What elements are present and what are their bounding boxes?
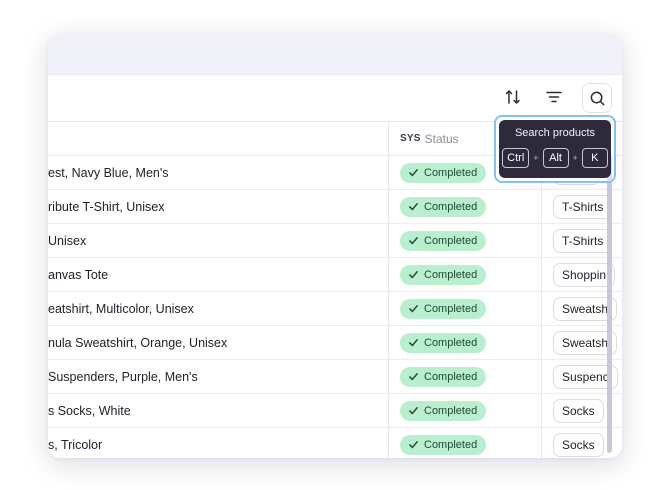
table-row[interactable]: Suspenders, Purple, Men's Completed Suspen… [48, 360, 622, 394]
table-row[interactable]: s, Tricolor Completed Socks [48, 428, 622, 458]
status-badge-label: Completed [424, 268, 478, 281]
sort-arrows-icon [505, 90, 520, 104]
status-cell: Completed [400, 292, 487, 325]
vertical-scrollbar[interactable] [607, 155, 612, 453]
product-name-cell: nula Sweatshirt, Orange, Unisex [48, 335, 228, 350]
status-cell: Completed [400, 190, 487, 223]
category-cell: Shoppin [553, 258, 616, 291]
checkmark-icon [409, 169, 418, 177]
sort-button[interactable] [499, 83, 527, 111]
status-badge-label: Completed [424, 302, 478, 315]
search-icon [590, 91, 604, 105]
category-pill: Shoppin [553, 262, 616, 287]
status-badge-label: Completed [424, 404, 478, 417]
product-name-cell: eatshirt, Multicolor, Unisex [48, 301, 194, 316]
status-badge-label: Completed [424, 200, 478, 213]
filter-button[interactable] [540, 83, 568, 111]
product-name-cell: ribute T-Shirt, Unisex [48, 199, 165, 214]
status-badge: Completed [400, 196, 487, 217]
status-badge: Completed [400, 264, 487, 285]
status-cell: Completed [400, 258, 487, 291]
product-name-cell: Suspenders, Purple, Men's [48, 369, 198, 384]
table-row[interactable]: eatshirt, Multicolor, Unisex Completed Swe… [48, 292, 622, 326]
stage: SYS Status est, Navy Blue, Men's Complete… [0, 0, 670, 490]
filter-lines-icon [546, 91, 562, 103]
search-tooltip-focus-ring: Search products Ctrl + Alt + K [494, 115, 616, 183]
system-field-tag: SYS [400, 133, 421, 144]
table-row[interactable]: ribute T-Shirt, Unisex Completed T-Shirts [48, 190, 622, 224]
table-row[interactable]: Unisex Completed T-Shirts [48, 224, 622, 258]
status-badge-label: Completed [424, 336, 478, 349]
status-badge: Completed [400, 400, 487, 421]
status-cell: Completed [400, 156, 487, 189]
category-pill: T-Shirts [553, 228, 613, 253]
search-tooltip: Search products Ctrl + Alt + K [499, 120, 611, 178]
key-ctrl: Ctrl [502, 148, 530, 168]
card-header-strip [48, 34, 622, 75]
checkmark-icon [409, 373, 418, 381]
status-badge-label: Completed [424, 166, 478, 179]
keyboard-shortcut: Ctrl + Alt + K [499, 148, 611, 168]
status-cell: Completed [400, 224, 487, 257]
checkmark-icon [409, 305, 418, 313]
key-alt: Alt [542, 148, 569, 168]
checkmark-icon [409, 407, 418, 415]
key-k: K [581, 148, 608, 168]
status-badge: Completed [400, 230, 487, 251]
status-badge: Completed [400, 434, 487, 455]
status-column-header[interactable]: SYS Status [400, 122, 459, 155]
key-separator: + [533, 153, 539, 163]
status-badge: Completed [400, 162, 487, 183]
status-cell: Completed [400, 394, 487, 427]
category-cell: T-Shirts [553, 190, 613, 223]
status-badge-label: Completed [424, 370, 478, 383]
search-button[interactable] [582, 83, 612, 113]
status-badge: Completed [400, 366, 487, 387]
products-card: SYS Status est, Navy Blue, Men's Complete… [48, 34, 622, 458]
status-header-label: Status [424, 131, 459, 146]
tooltip-title: Search products [514, 127, 596, 139]
status-cell: Completed [400, 360, 487, 393]
category-pill: Socks [553, 432, 604, 457]
status-badge-label: Completed [424, 438, 478, 451]
product-name-cell: anvas Tote [48, 267, 109, 282]
product-name-cell: s Socks, White [48, 403, 131, 418]
status-cell: Completed [400, 428, 487, 458]
category-pill: T-Shirts [553, 194, 613, 219]
status-badge: Completed [400, 298, 487, 319]
table-row[interactable]: anvas Tote Completed Shoppin [48, 258, 622, 292]
checkmark-icon [409, 237, 418, 245]
checkmark-icon [409, 271, 418, 279]
status-badge-label: Completed [424, 234, 478, 247]
status-badge: Completed [400, 332, 487, 353]
category-cell: T-Shirts [553, 224, 613, 257]
category-pill: Socks [553, 398, 604, 423]
checkmark-icon [409, 339, 418, 347]
checkmark-icon [409, 441, 418, 449]
product-name-cell: Unisex [48, 233, 87, 248]
checkmark-icon [409, 203, 418, 211]
table-row[interactable]: s Socks, White Completed Socks [48, 394, 622, 428]
status-cell: Completed [400, 326, 487, 359]
category-cell: Socks [553, 428, 604, 458]
table-row[interactable]: nula Sweatshirt, Orange, Unisex Completed… [48, 326, 622, 360]
product-name-cell: s, Tricolor [48, 437, 103, 452]
key-separator: + [572, 153, 578, 163]
category-cell: Socks [553, 394, 604, 427]
product-name-cell: est, Navy Blue, Men's [48, 165, 169, 180]
